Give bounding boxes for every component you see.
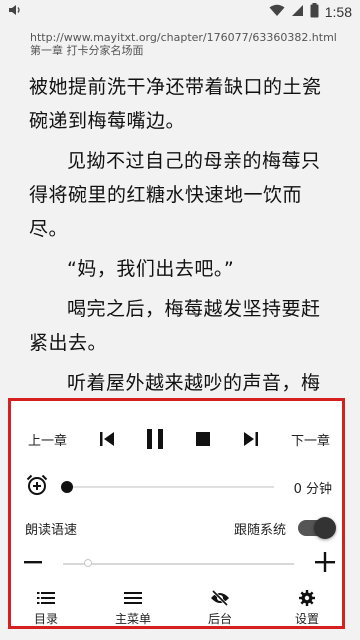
signal-icon (291, 4, 304, 21)
chapter-title: 第一章 打卡分家名场面 (30, 44, 144, 57)
next-chapter-button[interactable]: 下一章 (291, 430, 330, 449)
timer-row: 0 分钟 (11, 467, 342, 507)
stop-icon[interactable] (190, 426, 216, 452)
playback-row: 上一章 下一章 (11, 421, 342, 457)
paragraph: 被她提前洗干净还带着缺口的土瓷碗递到梅莓嘴边。 (29, 76, 322, 132)
reader-content[interactable]: 被她提前洗干净还带着缺口的土瓷碗递到梅莓嘴边。 见拗不过自己的母亲的梅莓只得将碗… (0, 70, 360, 412)
eye-off-icon (210, 587, 230, 609)
toc-icon (37, 587, 55, 609)
background-button[interactable]: 后台 (192, 587, 248, 627)
plus-icon[interactable] (314, 551, 336, 577)
main-menu-button[interactable]: 主菜单 (105, 587, 161, 627)
pause-icon[interactable] (142, 426, 168, 452)
battery-icon (310, 2, 319, 22)
read-speed-label: 朗读语速 (25, 522, 78, 538)
toc-label: 目录 (33, 612, 58, 626)
status-time: 1:58 (324, 4, 352, 20)
chapter-url: http://www.mayitxt.org/chapter/176077/63… (30, 31, 337, 44)
status-bar: 1:58 (0, 0, 360, 24)
paragraph: 喝完之后，梅莓越发坚持要赶紧出去。 (29, 298, 321, 354)
speed-label-row: 朗读语速 跟随系统 (11, 513, 342, 543)
menu-icon (124, 587, 142, 609)
timer-slider-thumb[interactable] (61, 481, 73, 493)
main-menu-label: 主菜单 (114, 612, 151, 626)
toc-button[interactable]: 目录 (18, 587, 74, 627)
gear-icon (299, 587, 315, 609)
speed-row (11, 547, 342, 581)
timer-slider[interactable] (61, 481, 274, 493)
wifi-icon (269, 4, 285, 21)
background-label: 后台 (207, 612, 232, 626)
prev-chapter-button[interactable]: 上一章 (28, 430, 67, 449)
playback-controls (94, 426, 264, 452)
timer-value: 0 分钟 (293, 481, 332, 497)
alarm-add-icon[interactable] (25, 473, 49, 501)
minus-icon[interactable] (23, 552, 43, 576)
speed-slider-thumb[interactable] (84, 559, 93, 567)
follow-system-label: 跟随系统 (233, 522, 286, 538)
paragraph: 见拗不过自己的母亲的梅莓只得将碗里的红糖水快速地一饮而尽。 (29, 150, 321, 240)
volume-icon (8, 3, 22, 21)
follow-system-toggle[interactable] (298, 517, 336, 539)
bottom-nav: 目录 主菜单 后台 设置 (11, 585, 342, 629)
paragraph: “妈，我们出去吧。” (67, 258, 235, 280)
speed-slider[interactable] (63, 559, 294, 567)
settings-button[interactable]: 设置 (279, 587, 335, 627)
reader-header: http://www.mayitxt.org/chapter/176077/63… (30, 31, 340, 57)
skip-previous-icon[interactable] (94, 426, 120, 452)
read-aloud-panel: 上一章 下一章 0 分钟 朗读语速 跟随系统 目录 主菜单 后台 设置 (8, 398, 345, 629)
skip-next-icon[interactable] (238, 426, 264, 452)
settings-label: 设置 (294, 612, 319, 626)
